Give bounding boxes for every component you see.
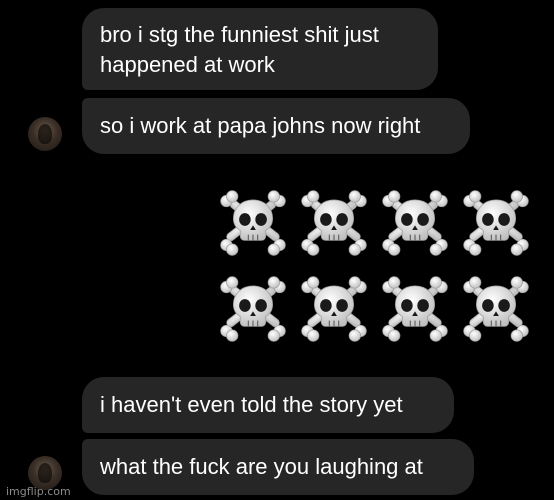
skull-crossbones-icon [293,180,374,266]
imgflip-watermark: imgflip.com [6,485,71,498]
skull-crossbones-icon [293,266,374,352]
skull-crossbones-icon [374,266,455,352]
message-bubble-4[interactable]: what the fuck are you laughing at [82,439,474,495]
avatar[interactable] [28,117,62,151]
skull-crossbones-icon [455,266,536,352]
message-bubble-1[interactable]: bro i stg the funniest shit just happene… [82,8,438,90]
skull-crossbones-icon [212,180,293,266]
skull-crossbones-icon [455,180,536,266]
message-bubble-3[interactable]: i haven't even told the story yet [82,377,454,433]
skull-crossbones-icon [374,180,455,266]
skull-emoji-message[interactable] [212,180,536,352]
message-bubble-2[interactable]: so i work at papa johns now right [82,98,470,154]
skull-crossbones-icon [212,266,293,352]
